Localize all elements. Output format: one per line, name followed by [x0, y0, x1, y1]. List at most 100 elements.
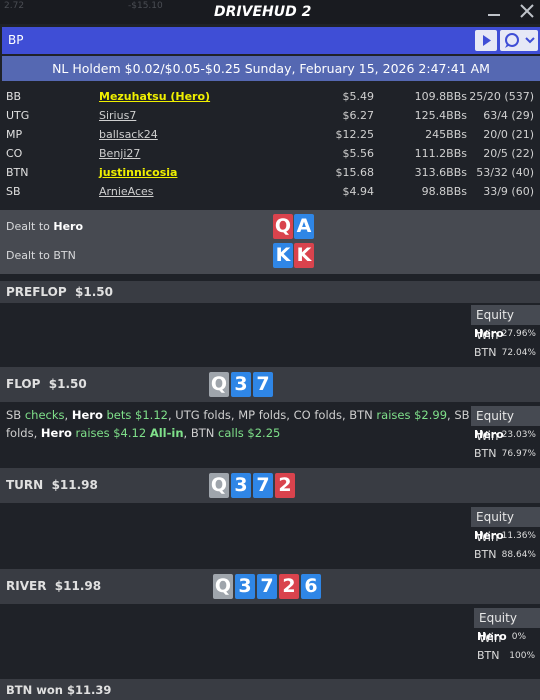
player-row: CO Benji27 $5.56 111.2BBs 20/5 (22) — [0, 147, 540, 166]
equity-player: Hero — [474, 529, 504, 542]
player-name[interactable]: Benji27 — [99, 147, 140, 160]
player-stats: 63/4 (29) — [483, 109, 534, 122]
equity-player: BTN — [477, 649, 500, 662]
action-verb: folds — [314, 408, 342, 422]
street-pot: $1.50 — [75, 285, 113, 299]
preflop-street-bar: PREFLOP $1.50 — [0, 281, 540, 303]
equity-header: Equity Win — [471, 406, 540, 443]
action-verb: folds — [6, 426, 34, 440]
board-card: Q — [213, 574, 233, 599]
equity-player: Hero — [474, 428, 504, 441]
player-name[interactable]: ballsack24 — [99, 128, 158, 141]
street-label: TURN $11.98 — [6, 478, 98, 492]
player-row: BTN justinnicosia $15.68 313.6BBs 53/32 … — [0, 166, 540, 185]
chat-dropdown-button[interactable] — [500, 30, 538, 51]
player-name[interactable]: ArnieAces — [99, 185, 154, 198]
board-card: 7 — [253, 473, 273, 498]
equity-player: Hero — [477, 630, 507, 643]
board-card: 3 — [235, 574, 255, 599]
player-position: CO — [6, 147, 23, 160]
equity-value: 88.64% — [501, 550, 536, 560]
hand-header: NL Holdem $0.02/$0.05-$0.25 Sunday, Febr… — [2, 56, 540, 81]
player-bbs: 245BBs — [425, 128, 467, 141]
action-hero: Hero — [40, 426, 72, 440]
street-name: TURN — [6, 478, 44, 492]
equity-value: 76.97% — [501, 449, 536, 459]
play-icon — [483, 35, 491, 46]
equity-value: 27.96% — [501, 329, 536, 339]
logo-text: DRIVEHUD 2 — [214, 4, 311, 20]
dealt-hero-name: Hero — [53, 220, 84, 233]
board-card: 2 — [275, 473, 295, 498]
player-stats: 20/5 (22) — [483, 147, 534, 160]
player-row: SB ArnieAces $4.94 98.8BBs 33/9 (60) — [0, 185, 540, 204]
equity-header: Equity Win — [474, 608, 540, 645]
action-player: , SB — [447, 408, 470, 422]
player-name[interactable]: Mezuhatsu (Hero) — [99, 90, 210, 103]
action-verb: raises — [376, 408, 411, 422]
flop-actions: SB checks, Hero bets $1.12, UTG folds, M… — [6, 406, 470, 442]
hole-card: K — [294, 243, 314, 268]
player-position: SB — [6, 185, 21, 198]
dealt-btn-label: Dealt to BTN — [6, 249, 76, 262]
street-name: FLOP — [6, 377, 41, 391]
player-stack: $15.68 — [335, 166, 375, 179]
dealt-prefix: Dealt to — [6, 220, 54, 233]
minimize-icon[interactable] — [487, 6, 501, 18]
equity-player: BTN — [474, 548, 497, 561]
board-card: Q — [209, 372, 229, 397]
player-stack: $5.49 — [342, 90, 375, 103]
equity-value: 23.03% — [501, 430, 536, 440]
street-label: PREFLOP $1.50 — [6, 285, 113, 299]
player-bbs: 111.2BBs — [414, 147, 467, 160]
dealt-hero-label: Dealt to Hero — [6, 220, 83, 233]
result-bar: BTN won $11.39 — [0, 679, 540, 700]
players-table: BB Mezuhatsu (Hero) $5.49 109.8BBs 25/20… — [0, 84, 540, 209]
player-position: BB — [6, 90, 22, 103]
action-verb: folds — [203, 408, 231, 422]
board-card: 7 — [253, 372, 273, 397]
equity-value: 11.36% — [501, 531, 536, 541]
bp-bar — [2, 27, 540, 54]
background-value: 2.72 — [4, 1, 25, 11]
street-label: RIVER $11.98 — [6, 579, 101, 593]
street-pot: $1.50 — [48, 377, 87, 391]
action-amount: $1.12 — [135, 408, 168, 422]
river-street-bar: RIVER $11.98 Q 3 7 2 6 — [0, 569, 540, 604]
action-player: SB — [6, 408, 22, 422]
turn-street-bar: TURN $11.98 Q 3 7 2 — [0, 468, 540, 503]
action-sep: , — [64, 408, 72, 422]
action-hero: Hero — [71, 408, 103, 422]
flop-street-bar: FLOP $1.50 Q 3 7 — [0, 367, 540, 402]
player-bbs: 109.8BBs — [414, 90, 467, 103]
player-stack: $5.56 — [342, 147, 375, 160]
drivehud-logo: DRIVEHUD 2 — [214, 4, 311, 20]
bp-label: BP — [8, 33, 24, 47]
player-row: MP ballsack24 $12.25 245BBs 20/0 (21) — [0, 128, 540, 147]
action-sep: , — [33, 426, 38, 440]
board-card: 3 — [231, 473, 251, 498]
equity-player: Hero — [474, 327, 504, 340]
action-amount: $2.99 — [414, 408, 448, 422]
result-text: BTN won $11.39 — [6, 683, 112, 697]
chat-bubble-icon — [505, 33, 535, 48]
board-card: 7 — [257, 574, 277, 599]
player-stats: 25/20 (537) — [469, 90, 534, 103]
player-stack: $6.27 — [342, 109, 375, 122]
close-icon[interactable] — [518, 2, 536, 20]
player-name[interactable]: Sirius7 — [99, 109, 136, 122]
player-stats: 20/0 (21) — [483, 128, 534, 141]
board-card: 2 — [279, 574, 299, 599]
player-row: UTG Sirius7 $6.27 125.4BBs 63/4 (29) — [0, 109, 540, 128]
play-button[interactable] — [475, 30, 497, 51]
action-amount: $4.12 — [113, 426, 147, 440]
equity-value: 72.04% — [501, 348, 536, 358]
street-pot: $11.98 — [54, 579, 102, 593]
player-position: BTN — [6, 166, 29, 179]
player-stats: 33/9 (60) — [483, 185, 534, 198]
player-name[interactable]: justinnicosia — [99, 166, 177, 179]
hole-card: A — [294, 214, 314, 239]
board-card: Q — [209, 473, 229, 498]
player-stack: $12.25 — [335, 128, 375, 141]
equity-player: BTN — [474, 447, 497, 460]
